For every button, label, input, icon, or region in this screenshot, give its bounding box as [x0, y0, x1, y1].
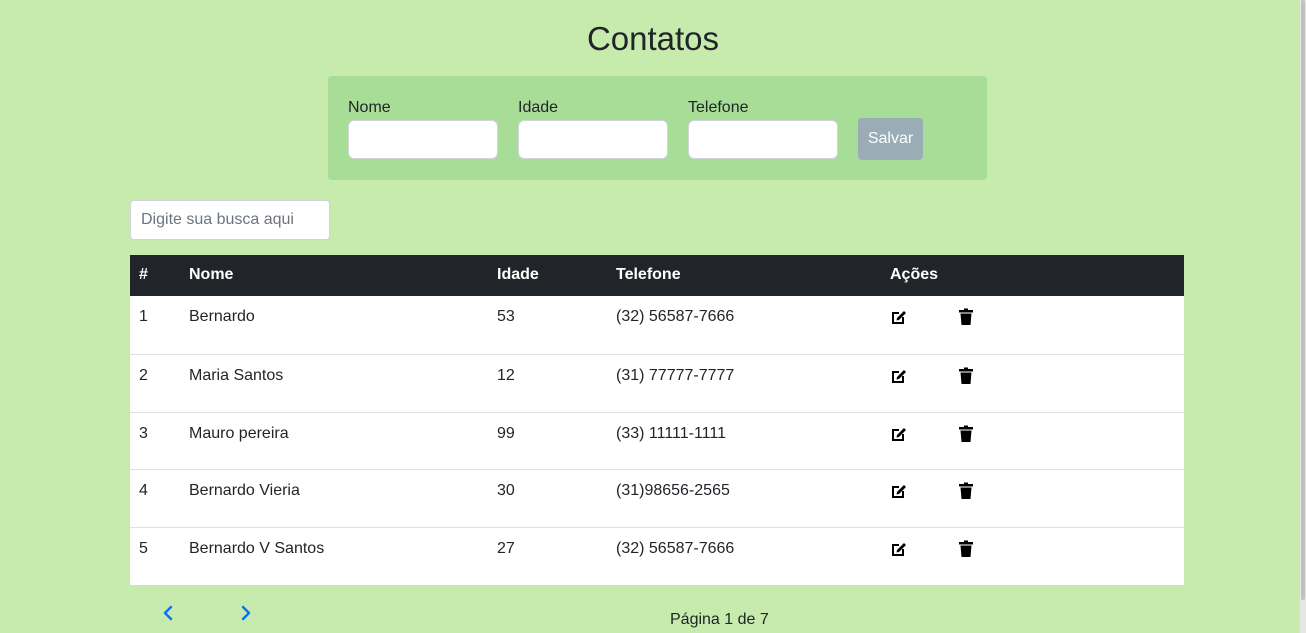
table-row: 2 Maria Santos 12 (31) 77777-7777: [130, 354, 1184, 412]
nome-input[interactable]: [348, 120, 498, 159]
nome-field-group: Nome: [348, 98, 498, 159]
telefone-label: Telefone: [688, 99, 749, 116]
header-acoes: Ações: [890, 266, 939, 283]
edit-icon[interactable]: [889, 366, 909, 386]
cell-nome: Bernardo V Santos: [189, 540, 325, 557]
cell-nome: Maria Santos: [189, 367, 284, 384]
page-title: Contatos: [586, 20, 720, 57]
cell-id: 2: [139, 367, 148, 384]
cell-idade: 12: [497, 367, 515, 384]
save-button[interactable]: Salvar: [858, 118, 923, 160]
header-telefone: Telefone: [616, 266, 681, 283]
chevron-right-icon[interactable]: [236, 603, 256, 623]
trash-icon[interactable]: [956, 539, 976, 559]
idade-label: Idade: [518, 99, 559, 116]
edit-icon[interactable]: [889, 481, 909, 501]
scrollbar-thumb[interactable]: [1301, 0, 1305, 600]
table-row: 5 Bernardo V Santos 27 (32) 56587-7666: [130, 527, 1184, 585]
idade-field-group: Idade: [518, 98, 668, 159]
cell-id: 5: [139, 540, 148, 557]
pagination-text: Página 1 de 7: [670, 611, 769, 628]
table-row: 3 Mauro pereira 99 (33) 11111-1111: [130, 412, 1184, 469]
table-body: 1 Bernardo 53 (32) 56587-7666 2 Maria Sa…: [130, 296, 1184, 585]
cell-nome: Bernardo: [189, 308, 255, 325]
table-row: 4 Bernardo Vieria 30 (31)98656-2565: [130, 469, 1184, 527]
trash-icon[interactable]: [956, 307, 976, 327]
chevron-left-icon[interactable]: [158, 603, 178, 623]
edit-icon[interactable]: [889, 424, 909, 444]
cell-telefone: (31)98656-2565: [616, 482, 730, 499]
search-input[interactable]: [130, 200, 330, 240]
cell-nome: Bernardo Vieria: [189, 482, 300, 499]
telefone-field-group: Telefone: [688, 98, 838, 159]
cell-id: 3: [139, 425, 148, 442]
table-row: 1 Bernardo 53 (32) 56587-7666: [130, 296, 1184, 354]
cell-telefone: (31) 77777-7777: [616, 367, 735, 384]
header-nome: Nome: [189, 266, 234, 283]
cell-idade: 27: [497, 540, 515, 557]
trash-icon[interactable]: [956, 366, 976, 386]
cell-idade: 53: [497, 308, 515, 325]
cell-telefone: (32) 56587-7666: [616, 540, 735, 557]
trash-icon[interactable]: [956, 481, 976, 501]
window-scrollbar[interactable]: [1300, 0, 1306, 633]
trash-icon[interactable]: [956, 424, 976, 444]
cell-telefone: (33) 11111-1111: [616, 425, 726, 442]
contacts-table: # Nome Idade Telefone Ações 1 Bernardo 5…: [130, 255, 1184, 585]
table-header: # Nome Idade Telefone Ações: [130, 255, 1184, 296]
cell-nome: Mauro pereira: [189, 425, 289, 442]
cell-id: 1: [139, 308, 148, 325]
cell-idade: 99: [497, 425, 515, 442]
cell-id: 4: [139, 482, 148, 499]
edit-icon[interactable]: [889, 307, 909, 327]
header-id: #: [139, 266, 148, 283]
nome-label: Nome: [348, 99, 391, 116]
cell-idade: 30: [497, 482, 515, 499]
idade-input[interactable]: [518, 120, 668, 159]
contact-form: Nome Idade Telefone Salvar: [328, 76, 987, 180]
edit-icon[interactable]: [889, 539, 909, 559]
telefone-input[interactable]: [688, 120, 838, 159]
header-idade: Idade: [497, 266, 539, 283]
cell-telefone: (32) 56587-7666: [616, 308, 735, 325]
